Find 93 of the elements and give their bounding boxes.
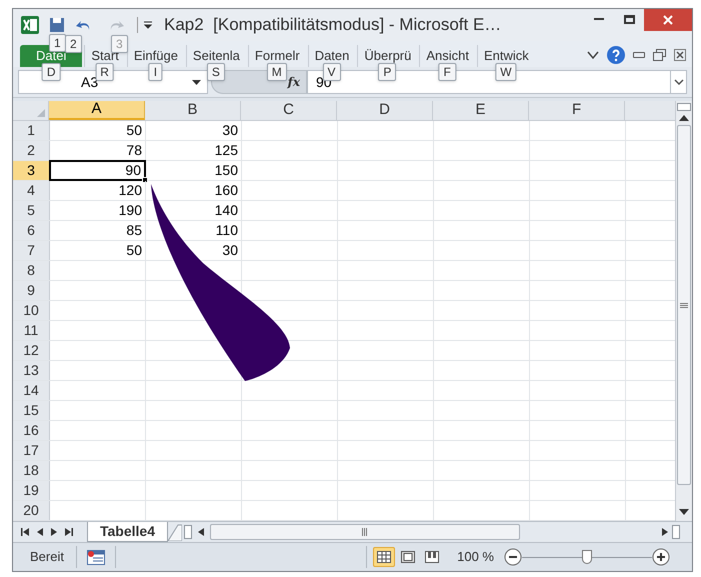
- row-header[interactable]: 14: [13, 381, 50, 400]
- help-icon[interactable]: [607, 46, 625, 64]
- row-header[interactable]: 5: [13, 201, 50, 220]
- keytip-badge: D: [42, 63, 60, 81]
- row-header[interactable]: 16: [13, 421, 50, 440]
- table-cell[interactable]: 140: [146, 201, 241, 220]
- row-header[interactable]: 7: [13, 241, 50, 260]
- sheet-tab[interactable]: Tabelle4: [87, 522, 168, 542]
- horizontal-scroll-thumb[interactable]: [210, 524, 520, 540]
- row-header[interactable]: 13: [13, 361, 50, 380]
- table-cell[interactable]: 120: [50, 181, 145, 200]
- row-header[interactable]: 8: [13, 261, 50, 280]
- grid-icon: [377, 551, 392, 563]
- row-header[interactable]: 2: [13, 141, 50, 160]
- table-cell[interactable]: 30: [146, 241, 241, 260]
- table-cell[interactable]: 90: [49, 160, 146, 181]
- page-icon: [401, 551, 416, 563]
- scroll-right-icon[interactable]: [662, 528, 668, 536]
- table-cell[interactable]: 110: [146, 221, 241, 240]
- dropdown-arrow-icon[interactable]: [192, 80, 201, 84]
- row-header[interactable]: 17: [13, 441, 50, 460]
- scroll-down-icon[interactable]: [679, 509, 690, 515]
- table-cell[interactable]: 50: [50, 241, 145, 260]
- row-header[interactable]: 10: [13, 301, 50, 320]
- table-cell[interactable]: 50: [50, 121, 145, 140]
- first-sheet-icon[interactable]: [21, 528, 29, 536]
- status-text: Bereit: [30, 548, 64, 566]
- close-icon[interactable]: [674, 49, 686, 61]
- restore-icon[interactable]: [653, 49, 666, 61]
- keytip-badge: W: [495, 63, 517, 81]
- split-handle[interactable]: [184, 525, 192, 539]
- table-cell[interactable]: 190: [50, 201, 145, 220]
- row-header[interactable]: 9: [13, 281, 50, 300]
- row-header[interactable]: 19: [13, 481, 50, 500]
- column-header[interactable]: D: [337, 101, 434, 120]
- keytip-badge: F: [438, 63, 456, 81]
- scroll-left-icon[interactable]: [198, 528, 204, 536]
- table-cell[interactable]: 30: [146, 121, 241, 140]
- save-icon[interactable]: [49, 17, 65, 33]
- keytip-badge: P: [378, 63, 396, 81]
- zoom-slider-thumb[interactable]: [582, 550, 592, 564]
- grip-icon: [680, 302, 688, 308]
- keytip-badge: 2: [65, 35, 82, 53]
- row-header[interactable]: 11: [13, 321, 50, 340]
- keytip-badge: R: [95, 63, 114, 81]
- minimize-icon[interactable]: [633, 52, 645, 58]
- scroll-up-icon[interactable]: [679, 115, 690, 121]
- macro-record-icon[interactable]: [86, 550, 105, 564]
- row-header[interactable]: 18: [13, 461, 50, 480]
- table-cell[interactable]: 125: [146, 141, 241, 160]
- keytip-badge: M: [266, 63, 287, 81]
- scroll-thumb[interactable]: [677, 125, 692, 485]
- page-break-icon: [425, 551, 440, 563]
- column-header[interactable]: E: [433, 101, 530, 120]
- zoom-in-icon[interactable]: [652, 548, 670, 566]
- expand-icon[interactable]: [674, 79, 684, 85]
- row-header[interactable]: 1: [13, 121, 50, 140]
- table-cell[interactable]: 160: [146, 181, 241, 200]
- zoom-level[interactable]: 100 %: [457, 547, 494, 567]
- close-button[interactable]: [644, 9, 692, 31]
- customize-dropdown-icon[interactable]: [144, 21, 152, 29]
- table-cell[interactable]: 150: [146, 161, 241, 180]
- next-sheet-icon[interactable]: [51, 528, 57, 536]
- column-header[interactable]: B: [145, 101, 242, 120]
- row-header[interactable]: 4: [13, 181, 50, 200]
- row-header[interactable]: 20: [13, 501, 50, 520]
- keytip-badge: 1: [49, 34, 66, 52]
- grip-icon: [362, 528, 368, 536]
- table-cell[interactable]: 85: [50, 221, 145, 240]
- collapse-ribbon-icon[interactable]: [587, 50, 599, 60]
- row-header[interactable]: 3: [13, 161, 50, 180]
- previous-sheet-icon[interactable]: [37, 528, 43, 536]
- row-header[interactable]: 12: [13, 341, 50, 360]
- zoom-out-icon[interactable]: [504, 548, 522, 566]
- table-cell[interactable]: 78: [50, 141, 145, 160]
- fill-handle[interactable]: [142, 177, 148, 183]
- function-label[interactable]: fx: [288, 73, 300, 91]
- keytip-badge: 3: [111, 35, 128, 53]
- keytip-badge: S: [206, 63, 225, 81]
- column-header[interactable]: F: [529, 101, 626, 120]
- close-icon: [663, 15, 673, 25]
- keytip-badge: V: [322, 63, 341, 81]
- view-button[interactable]: [373, 547, 396, 567]
- keytip-badge: I: [148, 63, 162, 81]
- column-header[interactable]: C: [241, 101, 338, 120]
- split-handle[interactable]: [672, 525, 680, 539]
- row-header[interactable]: 15: [13, 401, 50, 420]
- window-title: Kap2 [Kompatibilitätsmodus] - Microsoft E…: [164, 14, 502, 36]
- vertical-scrollbar[interactable]: [675, 101, 692, 521]
- spreadsheet-logo-icon: [21, 16, 39, 34]
- row-header[interactable]: 6: [13, 221, 50, 240]
- column-header[interactable]: A: [49, 101, 146, 120]
- last-sheet-icon[interactable]: [65, 528, 73, 536]
